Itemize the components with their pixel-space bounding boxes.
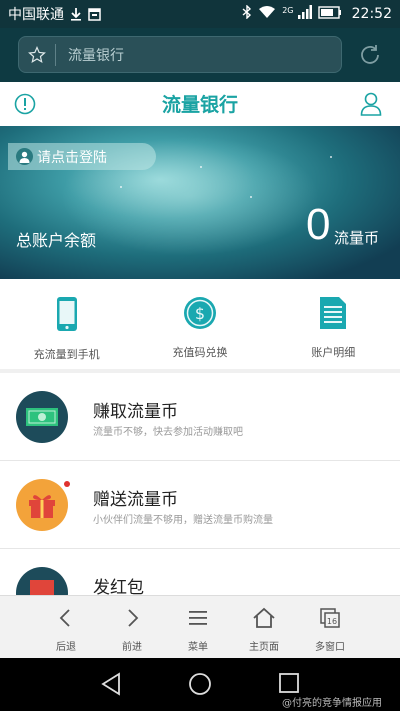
quick-action-label: 账户明细	[311, 346, 356, 359]
forward-button[interactable]: 前进	[99, 596, 165, 658]
clock: 22:52	[351, 6, 392, 22]
list-item-earn[interactable]: 赚取流量币 流量币不够，快去参加活动赚取吧	[0, 373, 400, 461]
battery-icon	[317, 5, 342, 23]
system-nav-bar: @付亮的竞争情报应用	[0, 658, 400, 711]
list-item-gift[interactable]: 赠送流量币 小伙伴们流量不够用，赠送流量币购流量	[0, 461, 400, 549]
address-bar[interactable]: 流量银行	[18, 36, 342, 73]
login-button[interactable]: 请点击登陆	[8, 143, 156, 170]
banner-star	[330, 156, 332, 158]
user-icon[interactable]	[360, 92, 382, 120]
windows-button[interactable]: 16 多窗口	[297, 596, 363, 658]
app-header: 流量银行	[0, 82, 400, 126]
avatar-icon	[16, 148, 33, 165]
list-item-title: 赠送流量币	[93, 490, 178, 510]
address-divider	[55, 43, 56, 66]
list-item-title: 发红包	[93, 578, 144, 595]
download-icon	[70, 7, 82, 21]
svg-text:$: $	[195, 304, 205, 323]
list-item-title: 赚取流量币	[93, 402, 178, 422]
quick-action-recharge-phone[interactable]: 充流量到手机	[0, 279, 133, 369]
banner-star	[120, 186, 122, 188]
windows-icon: 16	[319, 607, 341, 633]
carrier-name: 中国联通	[8, 7, 64, 23]
login-label: 请点击登陆	[37, 149, 107, 166]
banner-star	[250, 196, 252, 198]
star-icon[interactable]	[19, 45, 55, 64]
toolbar-label: 多窗口	[315, 642, 345, 653]
toolbar-label: 主页面	[249, 642, 279, 653]
home-button[interactable]: 主页面	[231, 596, 297, 658]
reload-icon[interactable]	[357, 42, 383, 68]
document-icon	[319, 296, 347, 334]
gift-icon	[16, 479, 68, 531]
address-text[interactable]: 流量银行	[68, 45, 124, 65]
list-item-red-envelope[interactable]: 发红包	[0, 549, 400, 595]
notification-dot	[64, 481, 70, 487]
toolbar-label: 后退	[56, 642, 76, 653]
page-title: 流量银行	[161, 94, 238, 116]
quick-action-label: 充流量到手机	[33, 348, 100, 361]
network-type-label: 2G	[282, 6, 294, 15]
calendar-icon	[88, 7, 101, 21]
toolbar-label: 前进	[122, 642, 142, 653]
account-banner: 请点击登陆 总账户余额 0 流量币	[0, 126, 400, 279]
menu-icon	[187, 607, 209, 633]
quick-actions: 充流量到手机 $ 充值码兑换 账户明细	[0, 279, 400, 369]
phone-icon	[56, 296, 78, 336]
back-button[interactable]: 后退	[33, 596, 99, 658]
balance-label: 总账户余额	[16, 231, 97, 250]
status-bar: 中国联通 2G 22:52	[0, 0, 400, 28]
feature-list: 赚取流量币 流量币不够，快去参加活动赚取吧 赠送流量币 小伙伴们流量不够用，赠送…	[0, 373, 400, 595]
bluetooth-icon	[242, 4, 252, 23]
banner-star	[200, 166, 202, 168]
browser-toolbar: 后退 前进 菜单 主页面 16 多窗口	[0, 595, 400, 658]
nav-back-icon[interactable]	[100, 672, 122, 700]
nav-home-icon[interactable]	[188, 672, 212, 700]
quick-action-account-details[interactable]: 账户明细	[267, 279, 400, 369]
balance-value: 0	[306, 200, 331, 249]
back-icon	[55, 607, 77, 633]
list-item-subtitle: 小伙伴们流量不够用，赠送流量币购流量	[93, 515, 273, 526]
toolbar-label: 菜单	[188, 642, 208, 653]
red-envelope-icon	[16, 567, 68, 595]
quick-action-label: 充值码兑换	[172, 346, 228, 359]
wifi-icon	[258, 5, 276, 23]
browser-bar: 流量银行	[0, 28, 400, 82]
dollar-coin-icon: $	[183, 296, 217, 334]
home-icon	[252, 607, 276, 633]
menu-button[interactable]: 菜单	[165, 596, 231, 658]
windows-count: 16	[327, 617, 337, 626]
watermark-text: @付亮的竞争情报应用	[282, 698, 382, 709]
forward-icon	[121, 607, 143, 633]
signal-icon: 2G	[282, 5, 312, 23]
quick-action-redeem-code[interactable]: $ 充值码兑换	[133, 279, 266, 369]
balance-unit: 流量币	[334, 229, 380, 247]
list-item-subtitle: 流量币不够，快去参加活动赚取吧	[93, 427, 243, 438]
money-icon	[16, 391, 68, 443]
